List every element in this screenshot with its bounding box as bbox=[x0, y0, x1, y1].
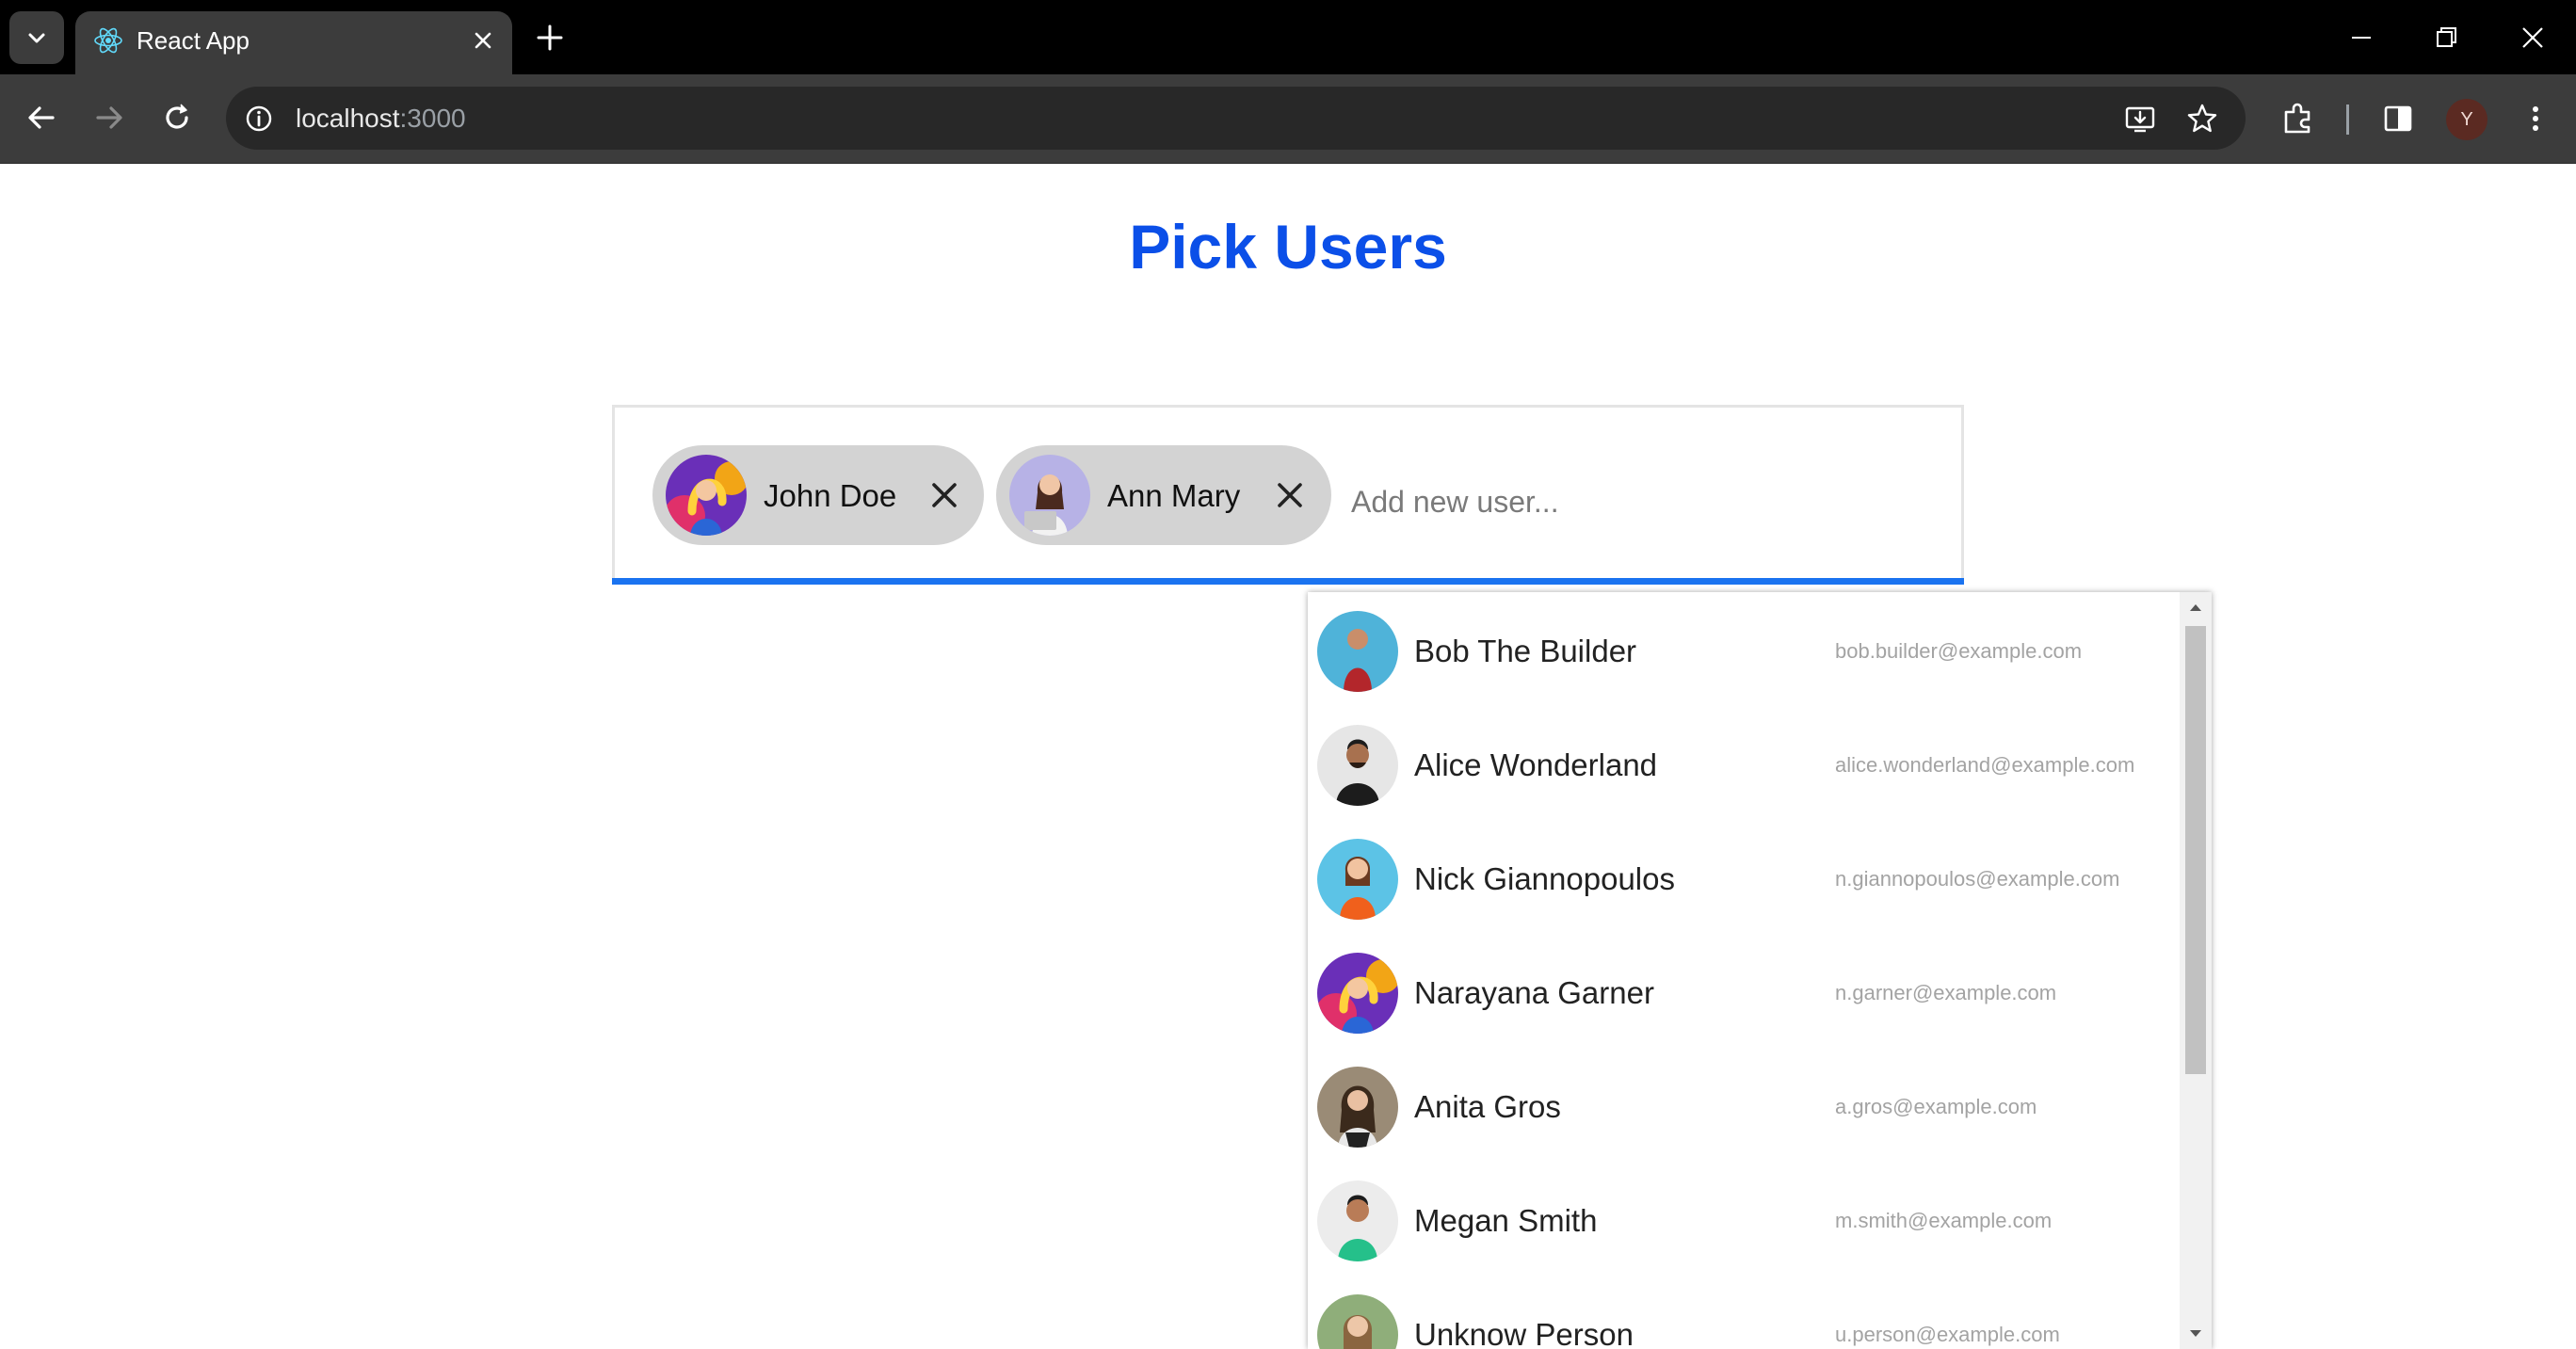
user-name: Narayana Garner bbox=[1414, 975, 1654, 1010]
user-avatar-icon bbox=[666, 455, 747, 536]
avatar bbox=[1317, 1067, 1398, 1148]
url-text[interactable]: localhost:3000 bbox=[296, 103, 466, 135]
page-title: Pick Users bbox=[1129, 212, 1447, 281]
user-name: Anita Gros bbox=[1414, 1089, 1561, 1124]
avatar bbox=[1317, 839, 1398, 920]
toolbar-separator bbox=[2346, 104, 2349, 135]
reload-icon[interactable] bbox=[158, 99, 196, 137]
user-name: Bob The Builder bbox=[1414, 634, 1637, 668]
tab-search-button[interactable] bbox=[9, 11, 64, 64]
chip-label: John Doe bbox=[764, 478, 897, 513]
scroll-down-arrow-icon[interactable] bbox=[2188, 1326, 2203, 1341]
list-item[interactable]: Narayana Garner n.garner@example.com bbox=[1308, 937, 2174, 1051]
user-email: u.person@example.com bbox=[1835, 1323, 2060, 1346]
list-item[interactable]: Nick Giannopoulos n.giannopoulos@example… bbox=[1308, 823, 2174, 937]
back-arrow-icon[interactable] bbox=[23, 99, 60, 137]
minimize-icon[interactable] bbox=[2343, 19, 2380, 56]
browser-tab[interactable]: React App bbox=[75, 11, 512, 74]
avatar bbox=[1317, 611, 1398, 692]
react-logo-icon bbox=[94, 27, 122, 54]
list-item[interactable]: Unknow Person u.person@example.com bbox=[1308, 1278, 2174, 1349]
user-avatar-icon bbox=[1317, 1067, 1398, 1148]
user-email: alice.wonderland@example.com bbox=[1835, 753, 2135, 777]
restore-icon[interactable] bbox=[2427, 19, 2465, 56]
user-avatar-icon bbox=[1317, 1180, 1398, 1261]
user-email: a.gros@example.com bbox=[1835, 1095, 2037, 1118]
extensions-puzzle-icon[interactable] bbox=[2279, 100, 2317, 137]
user-avatar-icon bbox=[1317, 611, 1398, 692]
user-email: n.garner@example.com bbox=[1835, 981, 2057, 1004]
list-item[interactable]: Megan Smith m.smith@example.com bbox=[1308, 1164, 2174, 1278]
profile-avatar[interactable]: Y bbox=[2446, 99, 2487, 140]
user-picker[interactable]: John Doe Ann Mary bbox=[612, 405, 1964, 578]
user-avatar-icon bbox=[1317, 1294, 1398, 1349]
list-item[interactable]: Alice Wonderland alice.wonderland@exampl… bbox=[1308, 709, 2174, 823]
install-app-icon[interactable] bbox=[2123, 102, 2157, 136]
user-name: Alice Wonderland bbox=[1414, 747, 1658, 782]
user-suggestions-dropdown: Bob The Builder bob.builder@example.com … bbox=[1308, 592, 2212, 1349]
browser-toolbar: localhost:3000 Y bbox=[0, 74, 2576, 164]
new-tab-icon[interactable] bbox=[533, 21, 567, 55]
user-email: n.giannopoulos@example.com bbox=[1835, 867, 2120, 891]
list-item[interactable]: Anita Gros a.gros@example.com bbox=[1308, 1051, 2174, 1164]
chip-ann-mary: Ann Mary bbox=[996, 445, 1331, 545]
dropdown-scrollbar[interactable] bbox=[2180, 592, 2212, 1349]
add-user-input[interactable] bbox=[1351, 481, 1916, 522]
user-avatar-icon bbox=[1009, 455, 1090, 536]
address-bar[interactable]: localhost:3000 bbox=[226, 87, 2246, 150]
avatar bbox=[1009, 455, 1090, 536]
bookmark-star-icon[interactable] bbox=[2185, 102, 2219, 136]
remove-chip-icon[interactable] bbox=[1275, 480, 1305, 510]
user-email: bob.builder@example.com bbox=[1835, 639, 2083, 663]
avatar bbox=[1317, 725, 1398, 806]
avatar bbox=[1317, 1180, 1398, 1261]
chip-john-doe: John Doe bbox=[652, 445, 984, 545]
remove-chip-icon[interactable] bbox=[929, 480, 959, 510]
tab-title: React App bbox=[137, 26, 250, 55]
user-name: Unknow Person bbox=[1414, 1317, 1634, 1349]
scroll-up-arrow-icon[interactable] bbox=[2188, 600, 2203, 615]
forward-arrow-icon[interactable] bbox=[90, 99, 128, 137]
chevron-down-icon bbox=[28, 33, 45, 43]
site-info-icon[interactable] bbox=[243, 103, 275, 135]
avatar bbox=[666, 455, 747, 536]
browser-tab-bar: React App bbox=[0, 0, 2576, 74]
user-avatar-icon bbox=[1317, 839, 1398, 920]
window-close-icon[interactable] bbox=[2514, 19, 2552, 56]
user-avatar-icon bbox=[1317, 725, 1398, 806]
chip-label: Ann Mary bbox=[1107, 478, 1241, 513]
page-content: Pick Users John Doe Ann Mary Add new use… bbox=[0, 164, 2576, 1349]
more-menu-icon[interactable] bbox=[2517, 100, 2554, 137]
avatar bbox=[1317, 953, 1398, 1034]
scroll-thumb[interactable] bbox=[2185, 626, 2206, 1074]
user-avatar-icon bbox=[1317, 953, 1398, 1034]
avatar bbox=[1317, 1294, 1398, 1349]
user-email: m.smith@example.com bbox=[1835, 1209, 2053, 1232]
url-port: :3000 bbox=[399, 104, 466, 133]
url-host: localhost bbox=[296, 104, 400, 133]
side-panel-icon[interactable] bbox=[2379, 100, 2417, 137]
input-focus-underline bbox=[612, 578, 1964, 585]
user-name: Megan Smith bbox=[1414, 1203, 1598, 1238]
user-name: Nick Giannopoulos bbox=[1414, 861, 1675, 896]
list-item[interactable]: Bob The Builder bob.builder@example.com bbox=[1308, 595, 2174, 709]
close-icon[interactable] bbox=[469, 26, 497, 55]
